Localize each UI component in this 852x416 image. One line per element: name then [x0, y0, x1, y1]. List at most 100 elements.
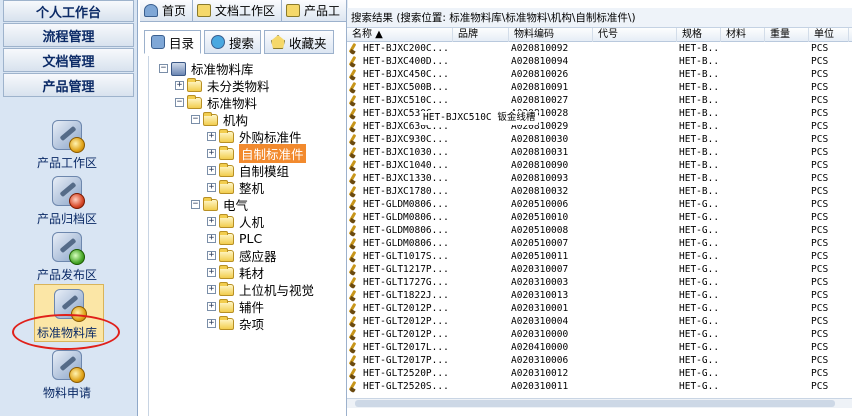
table-row[interactable]: HET-GLDM0806... A020510010 HET-G... PCS [347, 211, 852, 224]
tab-catalog[interactable]: 目录 [144, 30, 202, 54]
column-header[interactable]: 材料 [721, 28, 765, 42]
tree-node-mechanism[interactable]: − 机构 [191, 111, 248, 128]
table-cell: PCS [811, 251, 829, 262]
expand-toggle[interactable]: + [207, 251, 216, 260]
expand-toggle[interactable]: + [207, 268, 216, 277]
table-cell [764, 263, 808, 276]
table-row[interactable]: HET-GLT1217P... A020310007 HET-G... PCS [347, 263, 852, 276]
tree-node-sensor[interactable]: + 感应器 [207, 247, 277, 264]
column-header[interactable]: 规格 [677, 28, 721, 42]
table-row[interactable]: HET-GLT1017S... A020510011 HET-G... PCS [347, 250, 852, 263]
expand-toggle[interactable]: + [207, 302, 216, 311]
table-cell [764, 211, 808, 224]
expand-toggle[interactable]: + [207, 166, 216, 175]
tree-subtabs: 目录 搜索 收藏夹 [144, 30, 344, 54]
collapse-toggle[interactable]: − [191, 200, 200, 209]
column-header[interactable]: 名称 ▲ [347, 28, 453, 42]
nav-header-personal-workbench[interactable]: 个人工作台 [3, 0, 134, 22]
column-header[interactable]: 物料编码 [509, 28, 593, 42]
column-header[interactable]: 重量 [765, 28, 809, 42]
table-row[interactable]: HET-GLDM0806... A020510008 HET-G... PCS [347, 224, 852, 237]
expand-toggle[interactable]: + [207, 149, 216, 158]
launcher-product-archive[interactable]: 产品归档区 [0, 176, 134, 227]
tree-node-root[interactable]: − 标准物料库 [159, 60, 254, 77]
tree-node-hmi[interactable]: + 人机 [207, 213, 264, 230]
table-row[interactable]: HET-BJXC1780... A020810032 HET-B... PCS [347, 185, 852, 198]
table-row[interactable]: HET-BJXC1040... A020810090 HET-B... PCS [347, 159, 852, 172]
table-row[interactable]: HET-BJXC1330... A020810093 HET-B... PCS [347, 172, 852, 185]
launcher-product-release[interactable]: 产品发布区 [0, 232, 134, 283]
tree-node-plc[interactable]: + PLC [207, 230, 262, 247]
expand-toggle[interactable]: + [207, 217, 216, 226]
table-cell [452, 328, 508, 341]
horizontal-scrollbar[interactable] [347, 398, 852, 408]
tree-node-selfmade-module[interactable]: + 自制模组 [207, 162, 289, 179]
nav-header-process-management[interactable]: 流程管理 [3, 23, 134, 47]
expand-toggle[interactable]: + [207, 132, 216, 141]
table-cell: HET-B... [679, 147, 720, 158]
tab-home[interactable]: 首页 [140, 0, 194, 21]
column-header[interactable]: 品牌 [453, 28, 509, 42]
table-row[interactable]: HET-GLT1822J... A020310013 HET-G... PCS [347, 289, 852, 302]
tab-document-workspace[interactable]: 文档工作区 [193, 0, 283, 21]
column-header[interactable]: 单位 [809, 28, 849, 42]
table-row[interactable]: HET-GLDM0806... A020510006 HET-G... PCS [347, 198, 852, 211]
expand-toggle[interactable]: + [207, 183, 216, 192]
tree-node-unclassified[interactable]: + 未分类物料 [175, 77, 270, 94]
table-row[interactable]: HET-GLT2012P... A020310000 HET-G... PCS [347, 328, 852, 341]
tree-node-consumables[interactable]: + 耗材 [207, 264, 264, 281]
launcher-product-workspace[interactable]: 产品工作区 [0, 120, 134, 171]
tree-node-host-and-vision[interactable]: + 上位机与视觉 [207, 281, 314, 298]
expand-toggle[interactable]: + [207, 285, 216, 294]
table-row[interactable]: HET-GLT2017L... A020410000 HET-G... PCS [347, 341, 852, 354]
table-cell: HET-B... [679, 134, 720, 145]
table-row[interactable]: HET-BJXC200C... A020810092 HET-B... PCS [347, 42, 852, 55]
tab-search[interactable]: 搜索 [204, 30, 262, 54]
tree-node-purchased-standard-parts[interactable]: + 外购标准件 [207, 128, 302, 145]
tree-node-complete-machine[interactable]: + 整机 [207, 179, 264, 196]
table-row[interactable]: HET-BJXC510C... A020810027 HET-B... PCS [347, 94, 852, 107]
expand-toggle[interactable]: + [207, 234, 216, 243]
table-cell [764, 172, 808, 185]
nav-header-product-management[interactable]: 产品管理 [3, 73, 134, 97]
table-row[interactable]: HET-GLT2017P... A020310006 HET-G... PCS [347, 354, 852, 367]
table-cell [452, 380, 508, 393]
expand-toggle[interactable]: + [207, 319, 216, 328]
table-row[interactable]: HET-BJXC1030... A020810031 HET-B... PCS [347, 146, 852, 159]
folder-icon [219, 264, 234, 279]
edit-pencil-icon [347, 159, 360, 172]
column-header[interactable]: 代号 [593, 28, 677, 42]
table-row[interactable]: HET-GLT1727G... A020310003 HET-G... PCS [347, 276, 852, 289]
tree-node-misc[interactable]: + 杂项 [207, 315, 264, 332]
table-cell: PCS [811, 212, 829, 223]
edit-pencil-icon [347, 367, 360, 380]
table-cell [452, 211, 508, 224]
collapse-toggle[interactable]: − [159, 64, 168, 73]
table-row[interactable]: HET-GLT2012P... A020310004 HET-G... PCS [347, 315, 852, 328]
table-row[interactable]: HET-BJXC500B... A020810091 HET-B... PCS [347, 81, 852, 94]
table-row[interactable]: HET-GLT2520S... A020310011 HET-G... PCS [347, 380, 852, 393]
collapse-toggle[interactable]: − [175, 98, 184, 107]
expand-toggle[interactable]: + [175, 81, 184, 90]
tree-node-selfmade-standard-parts[interactable]: + 自制标准件 [207, 144, 306, 163]
nav-header-document-management[interactable]: 文档管理 [3, 48, 134, 72]
table-row[interactable]: HET-BJXC450C... A020810026 HET-B... PCS [347, 68, 852, 81]
table-cell: HET-B... [679, 160, 720, 171]
tree-node-standard-material[interactable]: − 标准物料 [175, 94, 257, 111]
launcher-material-request[interactable]: 物料申请 [0, 350, 134, 401]
tree-node-electrical[interactable]: − 电气 [191, 196, 248, 213]
tab-product-workspace[interactable]: 产品工 [282, 0, 348, 21]
scrollbar-thumb[interactable] [355, 400, 835, 407]
table-cell [452, 341, 508, 354]
table-cell: HET-G... [679, 368, 720, 379]
tree-node-accessories[interactable]: + 辅件 [207, 298, 264, 315]
collapse-toggle[interactable]: − [191, 115, 200, 124]
table-row[interactable]: HET-BJXC400D... A020810094 HET-B... PCS [347, 55, 852, 68]
table-row[interactable]: HET-BJXC930C... A020810030 HET-B... PCS [347, 133, 852, 146]
table-row[interactable]: HET-GLT2012P... A020310001 HET-G... PCS [347, 302, 852, 315]
table-cell [764, 68, 808, 81]
table-cell [592, 354, 676, 367]
table-row[interactable]: HET-GLDM0806... A020510007 HET-G... PCS [347, 237, 852, 250]
table-row[interactable]: HET-GLT2520P... A020310012 HET-G... PCS [347, 367, 852, 380]
tab-favorites[interactable]: 收藏夹 [264, 30, 334, 54]
